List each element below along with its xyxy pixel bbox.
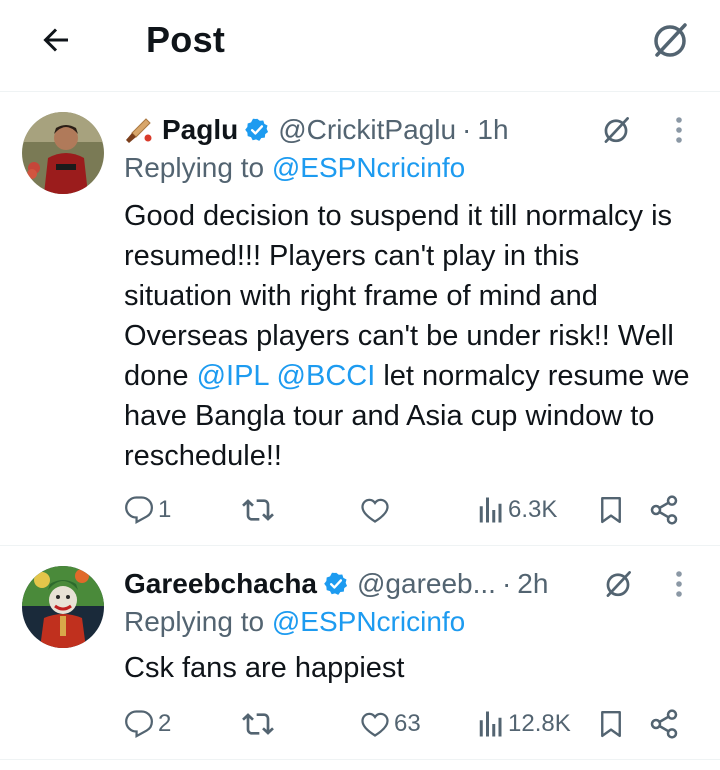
bookmark-icon xyxy=(601,496,621,524)
replying-prefix: Replying to xyxy=(124,606,272,637)
bookmark-icon xyxy=(601,710,621,738)
back-button[interactable] xyxy=(34,18,78,62)
author-name[interactable]: Paglu xyxy=(162,114,238,146)
more-options-button[interactable] xyxy=(664,110,694,150)
more-vertical-icon xyxy=(676,117,682,143)
share-button[interactable] xyxy=(648,704,680,744)
like-button[interactable]: 63 xyxy=(360,704,421,744)
separator-dot: · xyxy=(462,114,472,145)
cricket-bat-icon xyxy=(124,115,154,145)
repost-button[interactable] xyxy=(242,490,278,530)
replying-to: Replying to @ESPNcricinfo xyxy=(124,150,465,186)
replying-to: Replying to @ESPNcricinfo xyxy=(124,604,465,640)
repost-button[interactable] xyxy=(242,704,278,744)
mention-ipl[interactable]: @IPL xyxy=(197,360,269,392)
replying-to-mention[interactable]: @ESPNcricinfo xyxy=(272,606,465,637)
bookmark-button[interactable] xyxy=(596,490,626,530)
replying-to-mention[interactable]: @ESPNcricinfo xyxy=(272,152,465,183)
view-count: 6.3K xyxy=(508,496,558,523)
grok-button[interactable] xyxy=(596,110,636,150)
post-text-part xyxy=(268,360,276,392)
timestamp[interactable]: 2h xyxy=(517,568,548,600)
grok-icon xyxy=(606,571,631,597)
replying-prefix: Replying to xyxy=(124,152,272,183)
verified-badge-icon xyxy=(323,571,349,597)
reply-button[interactable]: 2 xyxy=(124,704,171,744)
avatar[interactable] xyxy=(22,112,104,194)
top-bar: Post xyxy=(0,0,720,92)
reply-post[interactable]: Gareebchacha @gareeb... · 2h Replying to… xyxy=(0,546,720,760)
author-handle[interactable]: @gareeb... xyxy=(357,568,496,600)
arrow-left-icon xyxy=(43,28,68,52)
like-count: 63 xyxy=(394,710,421,737)
grok-icon xyxy=(604,117,629,143)
views-icon xyxy=(479,497,502,523)
avatar[interactable] xyxy=(22,566,104,648)
verified-badge-icon xyxy=(244,117,270,143)
grok-button[interactable] xyxy=(646,16,694,64)
mention-bcci[interactable]: @BCCI xyxy=(277,360,376,392)
post-header: Gareebchacha @gareeb... · 2h xyxy=(124,566,548,602)
views-button[interactable]: 6.3K xyxy=(478,490,557,530)
share-icon xyxy=(650,709,678,739)
like-button[interactable] xyxy=(360,490,394,530)
action-bar: 1 6.3K xyxy=(124,490,694,530)
bookmark-button[interactable] xyxy=(596,704,626,744)
author-handle[interactable]: @CrickitPaglu xyxy=(278,114,456,146)
heart-icon xyxy=(361,712,389,737)
heart-icon xyxy=(361,498,389,523)
share-icon xyxy=(650,495,678,525)
views-button[interactable]: 12.8K xyxy=(478,704,571,744)
post-header: Paglu @CrickitPaglu · 1h xyxy=(124,112,509,148)
reply-count: 2 xyxy=(158,710,172,737)
share-button[interactable] xyxy=(648,490,680,530)
reply-icon xyxy=(125,710,153,739)
reply-post[interactable]: Paglu @CrickitPaglu · 1h Replying to @ES… xyxy=(0,92,720,546)
more-vertical-icon xyxy=(676,571,682,597)
grok-button[interactable] xyxy=(598,564,638,604)
more-options-button[interactable] xyxy=(664,564,694,604)
page-title: Post xyxy=(146,19,226,60)
repost-icon xyxy=(242,713,274,735)
action-bar: 2 63 12.8K xyxy=(124,704,694,744)
reply-button[interactable]: 1 xyxy=(124,490,171,530)
separator-dot: · xyxy=(501,568,512,599)
author-name[interactable]: Gareebchacha xyxy=(124,568,317,600)
timestamp[interactable]: 1h xyxy=(477,114,508,146)
reply-icon xyxy=(125,496,153,525)
view-count: 12.8K xyxy=(508,710,571,737)
views-icon xyxy=(479,711,502,737)
post-text: Csk fans are happiest xyxy=(124,652,405,684)
repost-icon xyxy=(242,499,274,521)
grok-icon xyxy=(654,23,687,57)
reply-count: 1 xyxy=(158,496,172,523)
post-text: Good decision to suspend it till normalc… xyxy=(124,196,694,476)
